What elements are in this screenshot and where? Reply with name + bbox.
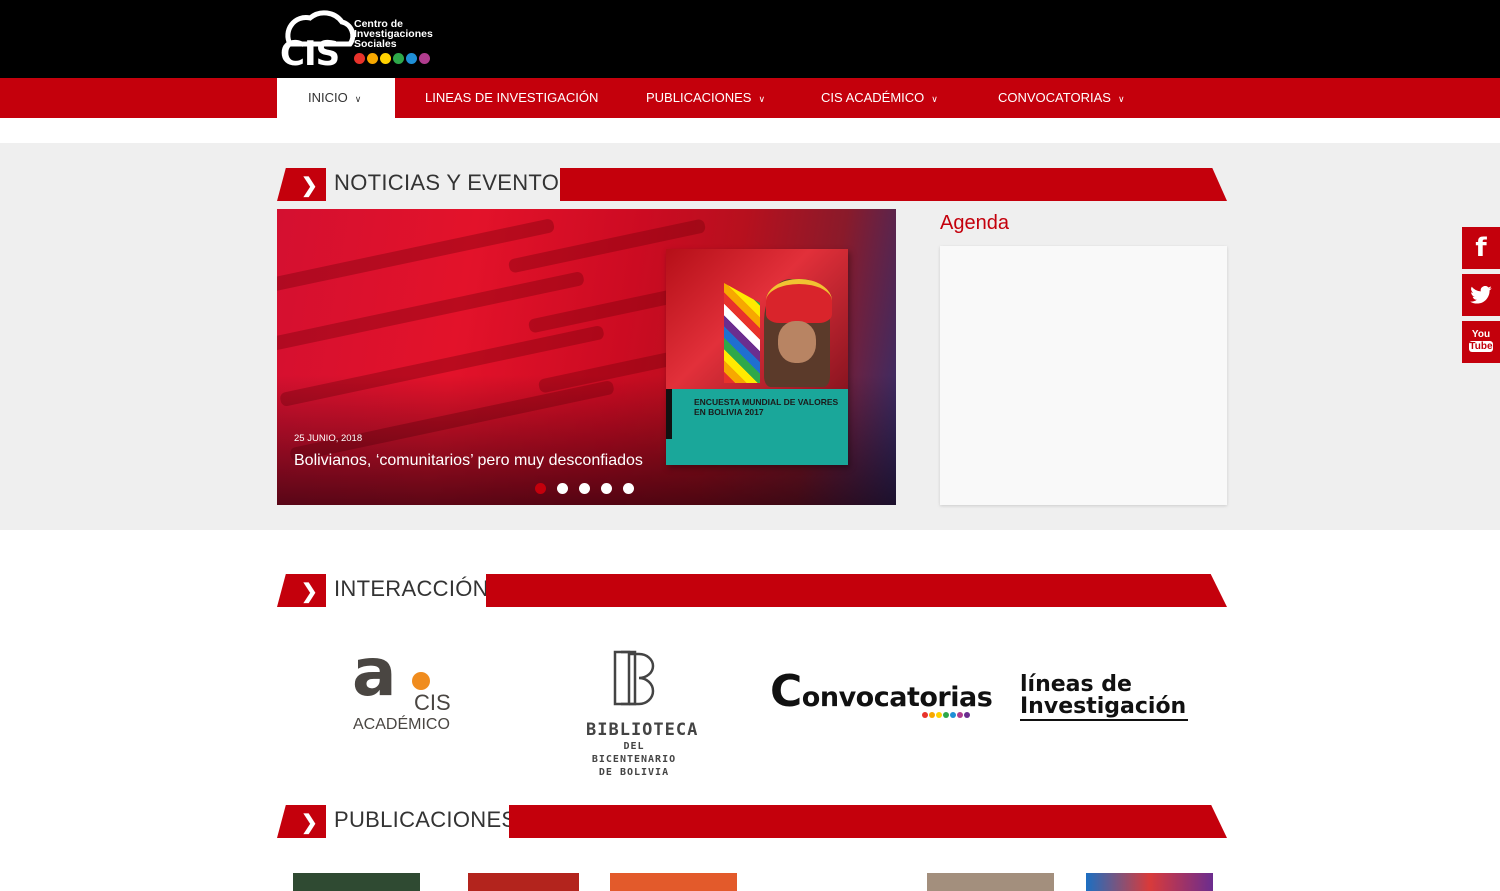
main-nav: INICIO ∨ LINEAS DE INVESTIGACIÓN PUBLICAC…: [0, 78, 1500, 118]
logo-mark[interactable]: CIS: [280, 34, 340, 74]
nav-publicaciones[interactable]: PUBLICACIONES ∨: [646, 78, 765, 118]
section-stripe: [560, 168, 1227, 201]
slider-dot[interactable]: [557, 483, 568, 494]
chevron-right-icon: ❯: [301, 812, 318, 834]
nav-cis-academico[interactable]: CIS ACADÉMICO ∨: [821, 78, 938, 118]
lineas-de-investigacion-logo[interactable]: líneas de Investigación: [1020, 674, 1189, 721]
section-header-interaccion: ❯ INTERACCIÓN: [277, 574, 1227, 607]
publication-cover[interactable]: [293, 873, 420, 891]
nav-lineas-de-investigacion[interactable]: LINEAS DE INVESTIGACIÓN: [425, 78, 598, 118]
book-stack-icon: [613, 650, 655, 706]
top-header: CIS Centro de Investigaciones Sociales: [0, 0, 1500, 78]
slide-caption[interactable]: Bolivianos, ‘comunitarios’ pero muy desc…: [294, 452, 643, 470]
section-tab: ❯: [277, 574, 326, 607]
section-tab: ❯: [277, 805, 326, 838]
publication-cover[interactable]: [468, 873, 579, 891]
section-title: INTERACCIÓN: [334, 576, 489, 601]
chevron-right-icon: ❯: [301, 175, 318, 197]
agenda-title: Agenda: [940, 212, 1009, 234]
section-stripe: [486, 574, 1227, 607]
youtube-icon[interactable]: You Tube: [1462, 321, 1500, 363]
chevron-down-icon: ∨: [931, 94, 938, 104]
publication-cover[interactable]: [610, 873, 737, 891]
section-header-noticias: ❯ NOTICIAS Y EVENTOS: [277, 168, 1227, 201]
slider-dot[interactable]: [623, 483, 634, 494]
section-stripe: [509, 805, 1227, 838]
slider-dot[interactable]: [601, 483, 612, 494]
publication-cover[interactable]: [1086, 873, 1213, 891]
color-dots-icon: [922, 712, 970, 718]
slider-dot[interactable]: [535, 483, 546, 494]
nav-inicio[interactable]: INICIO ∨: [277, 78, 395, 118]
slide-date: 25 JUNIO, 2018: [294, 433, 363, 444]
slider-pagination: [535, 483, 634, 494]
twitter-icon[interactable]: [1462, 274, 1500, 316]
facebook-icon[interactable]: f: [1462, 227, 1500, 269]
orange-dot-icon: [412, 672, 430, 690]
chevron-down-icon: ∨: [758, 94, 766, 104]
section-title: PUBLICACIONES: [334, 807, 517, 832]
section-tab: ❯: [277, 168, 326, 201]
section-header-publicaciones: ❯ PUBLICACIONES: [277, 805, 1227, 838]
slider-dot[interactable]: [579, 483, 590, 494]
book-cover-image[interactable]: ENCUESTA MUNDIAL DE VALORES EN BOLIVIA 2…: [666, 249, 848, 465]
chevron-down-icon: ∨: [1117, 94, 1125, 104]
agenda-panel: [940, 246, 1227, 505]
logo-text: Centro de Investigaciones Sociales: [354, 18, 433, 50]
publication-cover[interactable]: [927, 873, 1054, 891]
logo-color-dots: [354, 53, 430, 64]
nav-convocatorias[interactable]: CONVOCATORIAS ∨: [998, 78, 1125, 118]
chevron-right-icon: ❯: [301, 581, 318, 603]
section-title: NOTICIAS Y EVENTOS: [334, 170, 575, 195]
book-title: ENCUESTA MUNDIAL DE VALORES EN BOLIVIA 2…: [694, 397, 839, 417]
chevron-down-icon: ∨: [354, 94, 362, 104]
